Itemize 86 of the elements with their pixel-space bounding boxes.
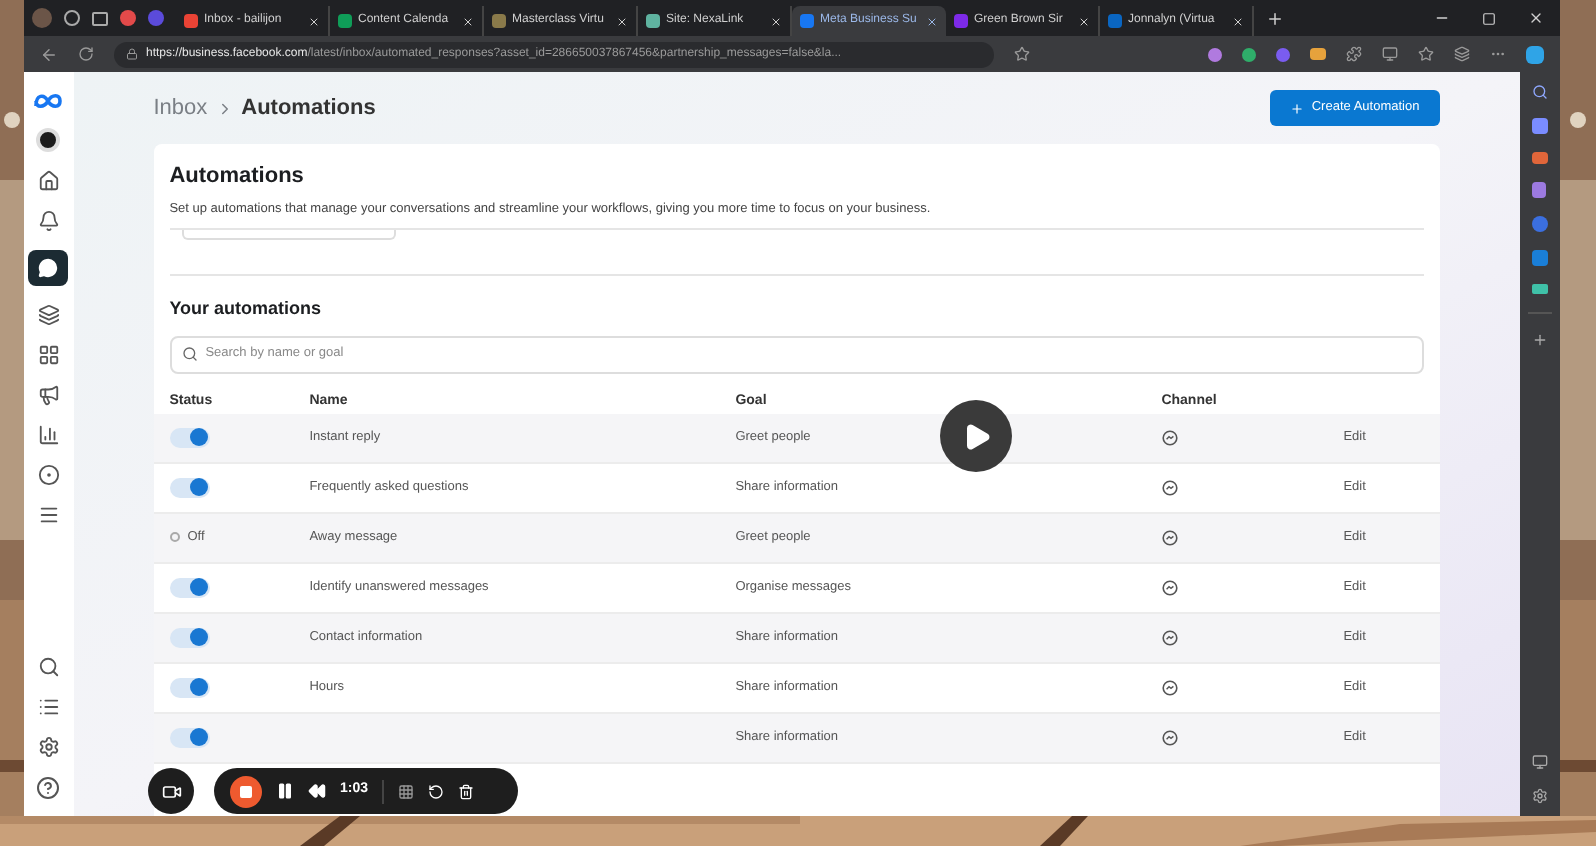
- delete-icon[interactable]: [458, 783, 475, 799]
- workspaces-icon[interactable]: [64, 10, 80, 26]
- status-toggle[interactable]: [169, 677, 210, 698]
- messenger-icon: [1161, 579, 1178, 596]
- search-icon[interactable]: [37, 656, 60, 678]
- messenger-icon: [1161, 429, 1178, 446]
- collections-icon[interactable]: [1454, 46, 1470, 62]
- tab-favicon-icon: [954, 14, 968, 28]
- card-title: Automations: [169, 162, 306, 192]
- close-icon[interactable]: [308, 15, 320, 27]
- app-icon[interactable]: [1531, 250, 1548, 266]
- app-icon[interactable]: [1531, 152, 1548, 164]
- page-title: Automations: [241, 93, 376, 124]
- inbox-nav-button[interactable]: [28, 250, 69, 286]
- breadcrumb-link[interactable]: Inbox: [153, 91, 208, 125]
- close-icon[interactable]: [926, 15, 938, 27]
- new-tab-icon[interactable]: [1266, 9, 1284, 27]
- tab-favicon-icon: [492, 14, 506, 28]
- tab-favicon-icon: [184, 14, 198, 28]
- reload-icon[interactable]: [78, 46, 94, 62]
- planner-icon[interactable]: [37, 344, 60, 366]
- pause-icon[interactable]: [276, 782, 294, 800]
- tab-actions-icon[interactable]: [92, 11, 108, 25]
- help-icon[interactable]: [36, 776, 61, 800]
- status-toggle[interactable]: [169, 627, 210, 648]
- tab-favicon-icon: [338, 14, 352, 28]
- home-icon[interactable]: [37, 170, 60, 192]
- search-icon[interactable]: [1531, 84, 1548, 100]
- maximize-icon[interactable]: [1482, 11, 1496, 25]
- ads-icon[interactable]: [37, 384, 60, 406]
- messenger-icon: [1161, 729, 1178, 746]
- messenger-icon: [1161, 479, 1178, 496]
- status-toggle[interactable]: [169, 477, 210, 498]
- section-title: Your automations: [169, 296, 324, 323]
- rewind-icon[interactable]: [308, 782, 326, 800]
- record-icon[interactable]: [120, 10, 136, 26]
- close-icon[interactable]: [462, 15, 474, 27]
- chat-icon: [38, 258, 59, 278]
- close-icon[interactable]: [1528, 10, 1544, 26]
- menu-icon[interactable]: [37, 504, 60, 526]
- messenger-icon: [1161, 529, 1178, 546]
- grid-icon[interactable]: [398, 783, 415, 799]
- messenger-icon: [1161, 679, 1178, 696]
- tab-favicon-icon: [800, 14, 814, 28]
- close-icon[interactable]: [1078, 15, 1090, 27]
- status-toggle[interactable]: [169, 577, 210, 598]
- extension-icon[interactable]: [148, 10, 164, 26]
- account-avatar-icon[interactable]: [36, 128, 61, 152]
- content-icon[interactable]: [37, 304, 60, 326]
- favorite-icon[interactable]: [1014, 46, 1030, 62]
- play-icon: [961, 421, 991, 451]
- back-icon[interactable]: [40, 45, 58, 63]
- extension-icon[interactable]: [1208, 47, 1222, 61]
- close-icon[interactable]: [1232, 15, 1244, 27]
- status-toggle[interactable]: [169, 427, 210, 448]
- messenger-icon: [1161, 629, 1178, 646]
- close-icon[interactable]: [770, 15, 782, 27]
- notifications-icon[interactable]: [37, 210, 60, 232]
- meta-logo-icon[interactable]: [32, 92, 65, 110]
- screen-icon[interactable]: [1531, 754, 1548, 770]
- app-icon[interactable]: [1532, 182, 1547, 198]
- lock-icon: [126, 48, 138, 60]
- extensions-icon[interactable]: [1346, 46, 1362, 62]
- restart-icon[interactable]: [428, 783, 445, 799]
- extension-icon[interactable]: [1242, 47, 1256, 61]
- search-icon: [181, 346, 198, 363]
- stop-button[interactable]: [230, 775, 262, 807]
- plus-icon: [1289, 101, 1304, 115]
- add-icon[interactable]: [1531, 332, 1548, 348]
- status-toggle[interactable]: [169, 727, 210, 748]
- settings-icon[interactable]: [37, 736, 60, 758]
- split-screen-icon[interactable]: [1382, 46, 1398, 62]
- favorites-icon[interactable]: [1418, 46, 1434, 62]
- insights-icon[interactable]: [37, 424, 60, 446]
- close-icon[interactable]: [616, 15, 628, 27]
- status-radio[interactable]: [169, 532, 180, 543]
- tab-favicon-icon: [646, 14, 660, 28]
- camera-icon: [161, 781, 181, 801]
- app-icon[interactable]: [1531, 284, 1548, 294]
- target-icon[interactable]: [37, 464, 60, 486]
- extension-icon[interactable]: [1276, 47, 1290, 61]
- app-icon[interactable]: [1531, 216, 1548, 232]
- app-icon[interactable]: [1531, 118, 1548, 134]
- tab-favicon-icon: [1108, 14, 1122, 28]
- settings-icon[interactable]: [1531, 788, 1548, 804]
- extension-icon[interactable]: [1310, 48, 1326, 60]
